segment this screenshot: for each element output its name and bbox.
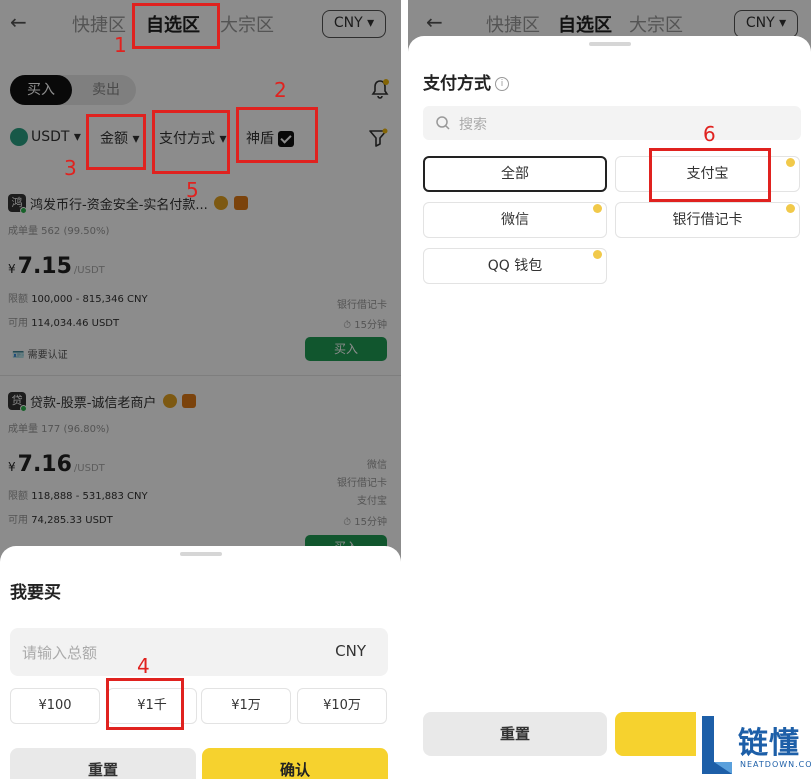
annotation-box-2 [236,107,318,163]
sheet-title: 我要买 [10,583,61,603]
info-icon[interactable]: i [495,77,509,91]
annotation-number-1: 1 [114,33,127,57]
watermark-brand: 链懂 [738,726,800,761]
payment-search-input[interactable]: 搜索 [423,106,801,140]
search-icon [436,116,450,130]
annotation-box-4 [106,678,184,730]
payment-option-qq-wallet[interactable]: QQ 钱包 [423,248,607,284]
quick-amount-100[interactable]: ¥100 [10,688,100,724]
coin-icon [786,158,795,167]
sheet-title-text: 支付方式 [423,74,491,94]
annotation-number-5: 5 [186,178,199,202]
reset-button[interactable]: 重置 [10,748,196,779]
total-amount-input[interactable]: 请输入总额 CNY [10,628,388,676]
input-currency: CNY [335,642,366,660]
coin-icon [593,250,602,259]
quick-amount-100k[interactable]: ¥10万 [297,688,387,724]
confirm-button[interactable] [615,712,705,756]
watermark-domain: NEATDOWN.COM [740,760,811,769]
annotation-box-3 [86,114,146,170]
payment-option-bank-card[interactable]: 银行借记卡 [615,202,800,238]
watermark-logo: 链懂 NEATDOWN.COM [696,710,811,779]
amount-bottom-sheet: 我要买 请输入总额 CNY ¥100 ¥1千 ¥1万 ¥10万 重置 确认 [0,546,401,779]
payment-option-wechat[interactable]: 微信 [423,202,607,238]
annotation-box-6 [649,148,771,202]
payment-option-label: 银行借记卡 [672,212,743,228]
brand-logo-icon [702,716,732,774]
annotation-number-6: 6 [703,122,716,146]
coin-icon [786,204,795,213]
annotation-number-2: 2 [274,78,287,102]
coin-icon [593,204,602,213]
annotation-number-4: 4 [137,654,150,678]
annotation-box-5 [152,110,230,174]
drag-handle[interactable] [179,552,222,556]
buy-filter-screen: ← 快捷区 自选区 大宗区 CNY ▾ 买入 卖出 USDT ▾ 金额 ▾ 支付… [0,0,401,779]
reset-button[interactable]: 重置 [423,712,607,756]
payment-option-label: QQ 钱包 [487,258,543,274]
annotation-box-1 [132,3,220,49]
confirm-button[interactable]: 确认 [202,748,388,779]
input-placeholder: 请输入总额 [22,644,98,662]
quick-amount-10k[interactable]: ¥1万 [201,688,291,724]
payment-method-screen: ← 快捷区 自选区 大宗区 CNY ▾ 支付方式 i 搜索 全部 支付宝 微信 银… [408,0,811,779]
search-placeholder: 搜索 [459,117,487,133]
payment-option-label: 微信 [501,212,529,228]
annotation-number-3: 3 [64,156,77,180]
payment-option-all[interactable]: 全部 [423,156,607,192]
drag-handle[interactable] [588,42,631,46]
sheet-title: 支付方式 i [423,69,509,94]
